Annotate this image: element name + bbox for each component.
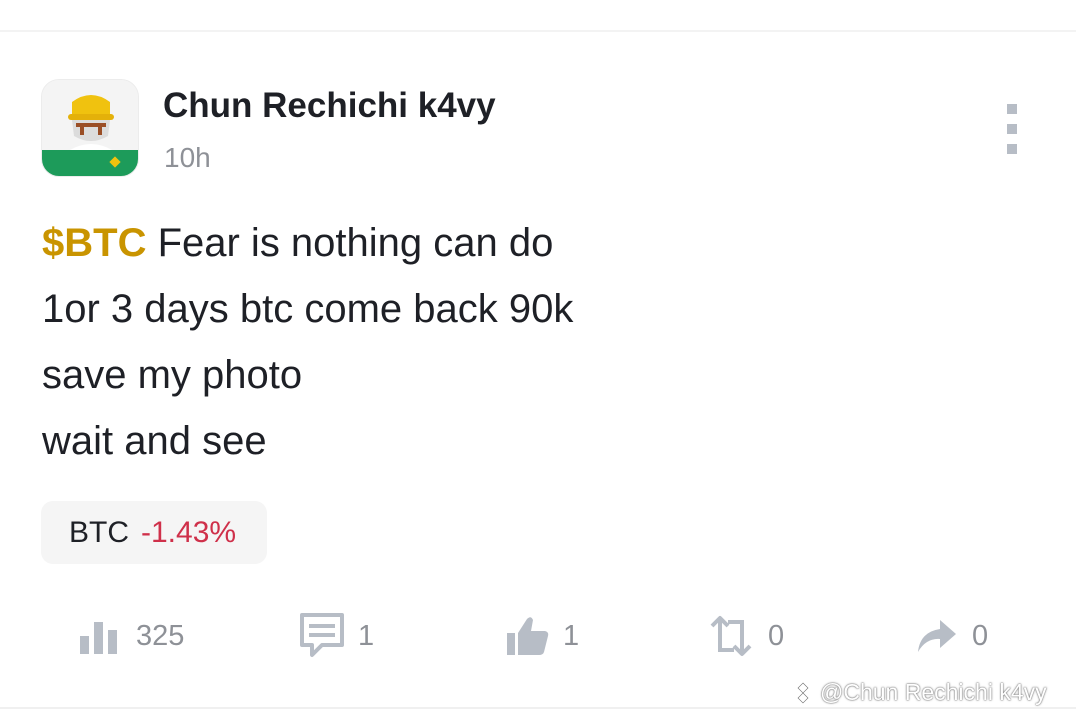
post-line: $BTC Fear is nothing can do [42, 210, 1032, 276]
post-timestamp: 10h [164, 142, 211, 173]
repost-button[interactable]: 0 [708, 612, 784, 660]
post-text: Fear is nothing can do [146, 221, 554, 265]
share-count: 0 [972, 619, 989, 652]
coin-change: -1.43% [141, 515, 237, 549]
post-line: save my photo [42, 353, 303, 397]
avatar[interactable] [41, 79, 139, 177]
more-vertical-icon [1007, 104, 1017, 114]
share-icon [918, 620, 956, 652]
comment-count: 1 [358, 619, 375, 652]
ticker-link[interactable]: $BTC [42, 221, 146, 265]
binance-logo-icon [791, 681, 815, 704]
repost-icon [710, 616, 752, 656]
watermark: @Chun Rechichi k4vy [790, 679, 1047, 706]
thumbs-up-icon [507, 617, 549, 655]
post-line: wait and see [42, 419, 267, 463]
bottom-divider [0, 707, 1076, 709]
author-name[interactable]: Chun Rechichi k4vy [163, 86, 496, 126]
watermark-text: @Chun Rechichi k4vy [820, 679, 1047, 705]
bar-chart-icon [80, 622, 117, 654]
post-content: $BTC Fear is nothing can do 1or 3 days b… [42, 210, 1032, 474]
views-stat[interactable]: 325 [78, 612, 184, 660]
like-button[interactable]: 1 [505, 612, 579, 660]
share-button[interactable]: 0 [914, 612, 988, 660]
views-count: 325 [136, 619, 185, 652]
coin-symbol: BTC [69, 515, 129, 549]
repost-count: 0 [768, 619, 785, 652]
coin-price-chip[interactable]: BTC -1.43% [41, 501, 267, 564]
top-divider [0, 30, 1076, 32]
like-count: 1 [563, 619, 580, 652]
comment-button[interactable]: 1 [300, 612, 374, 660]
post-line: 1or 3 days btc come back 90k [42, 287, 574, 331]
more-options-button[interactable] [996, 104, 1028, 154]
comment-icon [300, 613, 344, 657]
